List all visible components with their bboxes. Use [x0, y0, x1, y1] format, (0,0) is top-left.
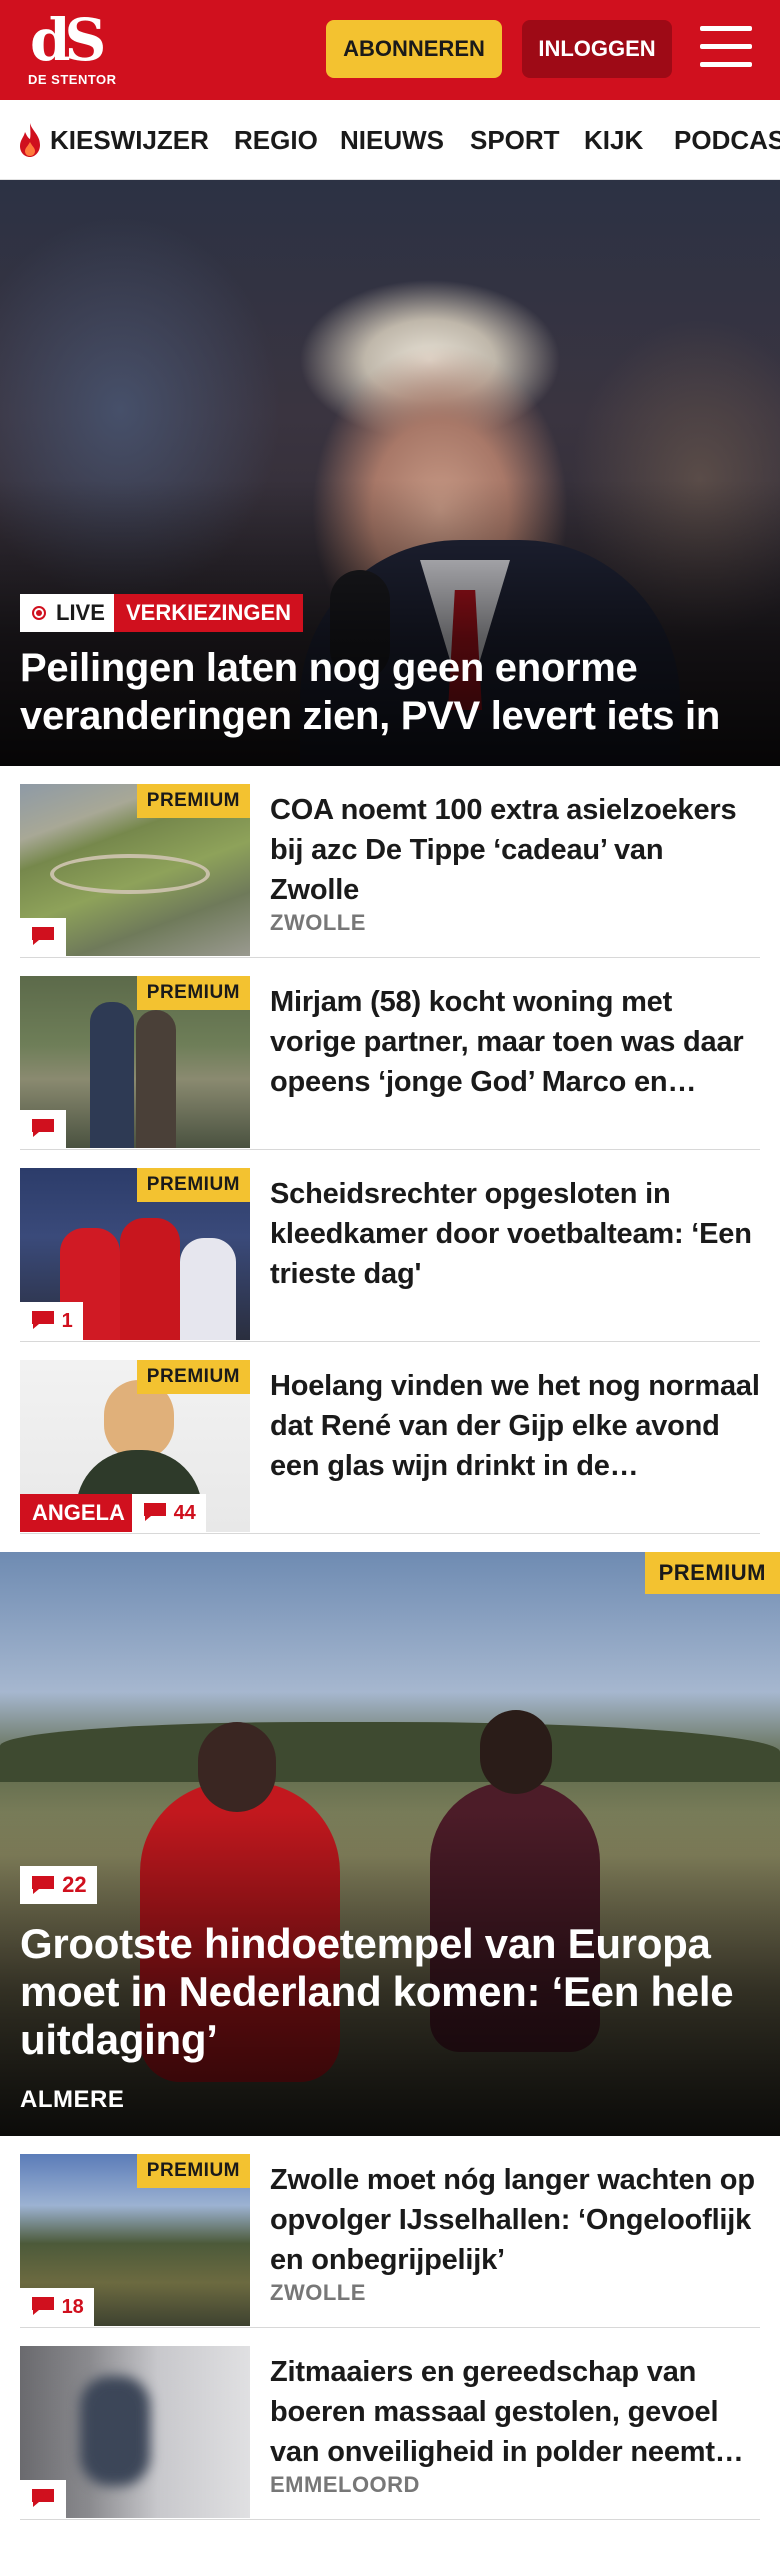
comment-icon [32, 1311, 54, 1329]
nav-item-regio[interactable]: REGIO [234, 100, 318, 179]
nav-item-kieswijzer[interactable]: KIESWIJZER [50, 100, 209, 179]
comment-count[interactable]: 22 [20, 1866, 97, 1904]
article-title[interactable]: Zwolle moet nóg langer wachten op opvolg… [270, 2160, 760, 2280]
comment-icon [32, 2489, 54, 2507]
login-button[interactable]: INLOGGEN [522, 20, 672, 78]
comment-icon [32, 2297, 54, 2315]
nav-item-sport[interactable]: SPORT [470, 100, 560, 179]
comment-count[interactable] [20, 918, 66, 956]
article-place: EMMELOORD [270, 2472, 420, 2497]
nav-item-kijk[interactable]: KIJK [584, 100, 643, 179]
thumb-detail [80, 2376, 150, 2486]
comment-count[interactable] [20, 1110, 66, 1148]
article-title[interactable]: Zitmaaiers en gereedschap van boeren mas… [270, 2352, 760, 2472]
article-title[interactable]: Hoelang vinden we het nog normaal dat Re… [270, 1366, 760, 1486]
feature-article[interactable]: PREMIUM 22 Grootste hindoetempel van Eur… [0, 1552, 780, 2136]
live-label: LIVE [56, 600, 105, 625]
comment-count[interactable]: 18 [20, 2288, 94, 2326]
logo-mark: dS [30, 6, 106, 74]
subscribe-button[interactable]: ABONNEREN [326, 20, 502, 78]
comment-count-value: 44 [173, 1502, 196, 1524]
article-item[interactable]: Zitmaaiers en gereedschap van boeren mas… [20, 2328, 760, 2520]
comment-count-value: 18 [61, 2296, 84, 2318]
hero-article[interactable]: LIVE VERKIEZINGEN Peilingen laten nog ge… [0, 180, 780, 766]
live-dot-icon [32, 606, 46, 620]
thumb-detail [50, 854, 210, 894]
live-badge: LIVE [20, 594, 115, 632]
premium-badge: PREMIUM [136, 784, 250, 818]
comment-count[interactable] [20, 2480, 66, 2518]
author-tag[interactable]: ANGELA [20, 1494, 137, 1532]
article-item[interactable]: PREMIUM Mirjam (58) kocht woning met vor… [20, 958, 760, 1150]
thumb-detail [120, 1218, 180, 1340]
feature-photo-head-left [198, 1722, 276, 1812]
logo-text: DE STENTOR [28, 72, 117, 87]
article-place: ZWOLLE [270, 910, 366, 935]
article-thumbnail[interactable]: PREMIUM 1 [20, 1168, 250, 1340]
premium-badge: PREMIUM [136, 1168, 250, 1202]
hamburger-icon[interactable] [700, 26, 752, 70]
article-item[interactable]: PREMIUM 18 Zwolle moet nóg langer wachte… [20, 2136, 760, 2328]
feature-photo-trees [0, 1722, 780, 1782]
article-title[interactable]: COA noemt 100 extra asielzoe­kers bij az… [270, 790, 760, 910]
comment-icon [32, 1876, 54, 1894]
nav-item-podcast[interactable]: PODCAST [674, 100, 780, 179]
hero-title[interactable]: Peilingen laten nog geen enorme verander… [20, 644, 770, 740]
comment-count-value: 1 [61, 1310, 73, 1332]
article-item[interactable]: PREMIUM 1 Scheidsrechter opgesloten in k… [20, 1150, 760, 1342]
feature-photo-head-right [480, 1710, 552, 1794]
article-thumbnail[interactable]: PREMIUM ANGELA 44 [20, 1360, 250, 1532]
thumb-detail [136, 1010, 176, 1148]
premium-badge: PREMIUM [644, 1552, 780, 1594]
thumb-detail [90, 1002, 134, 1148]
site-header: dS DE STENTOR ABONNEREN INLOGGEN [0, 0, 780, 100]
comment-icon [32, 1119, 54, 1137]
article-thumbnail[interactable]: PREMIUM 18 [20, 2154, 250, 2326]
feature-place: ALMERE [20, 2086, 125, 2113]
premium-badge: PREMIUM [136, 1360, 250, 1394]
comment-count[interactable]: 44 [132, 1494, 206, 1532]
nav-item-nieuws[interactable]: NIEUWS [340, 100, 444, 179]
comment-count[interactable]: 1 [20, 1302, 83, 1340]
premium-badge: PREMIUM [136, 2154, 250, 2188]
main-nav: KIESWIJZER REGIO NIEUWS SPORT KIJK PODCA… [0, 100, 780, 180]
comment-icon [32, 927, 54, 945]
flame-icon [20, 123, 40, 157]
comment-count-value: 22 [62, 1872, 87, 1897]
article-place: ZWOLLE [270, 2280, 366, 2305]
article-item[interactable]: PREMIUM ANGELA 44 Hoelang vinden we het … [20, 1342, 760, 1534]
article-thumbnail[interactable]: PREMIUM [20, 976, 250, 1148]
premium-badge: PREMIUM [136, 976, 250, 1010]
topic-badge[interactable]: VERKIEZINGEN [114, 594, 304, 632]
article-item[interactable]: PREMIUM COA noemt 100 extra asielzoe­ker… [20, 766, 760, 958]
article-thumbnail[interactable] [20, 2346, 250, 2518]
site-logo[interactable]: dS DE STENTOR [22, 8, 118, 90]
article-title[interactable]: Mirjam (58) kocht woning met vorige part… [270, 982, 760, 1102]
article-thumbnail[interactable]: PREMIUM [20, 784, 250, 956]
comment-icon [144, 1503, 166, 1521]
article-title[interactable]: Scheidsrechter opgesloten in kleedkamer … [270, 1174, 760, 1294]
feature-title[interactable]: Grootste hindoetempel van Europa moet in… [20, 1920, 760, 2064]
thumb-detail [180, 1238, 236, 1340]
